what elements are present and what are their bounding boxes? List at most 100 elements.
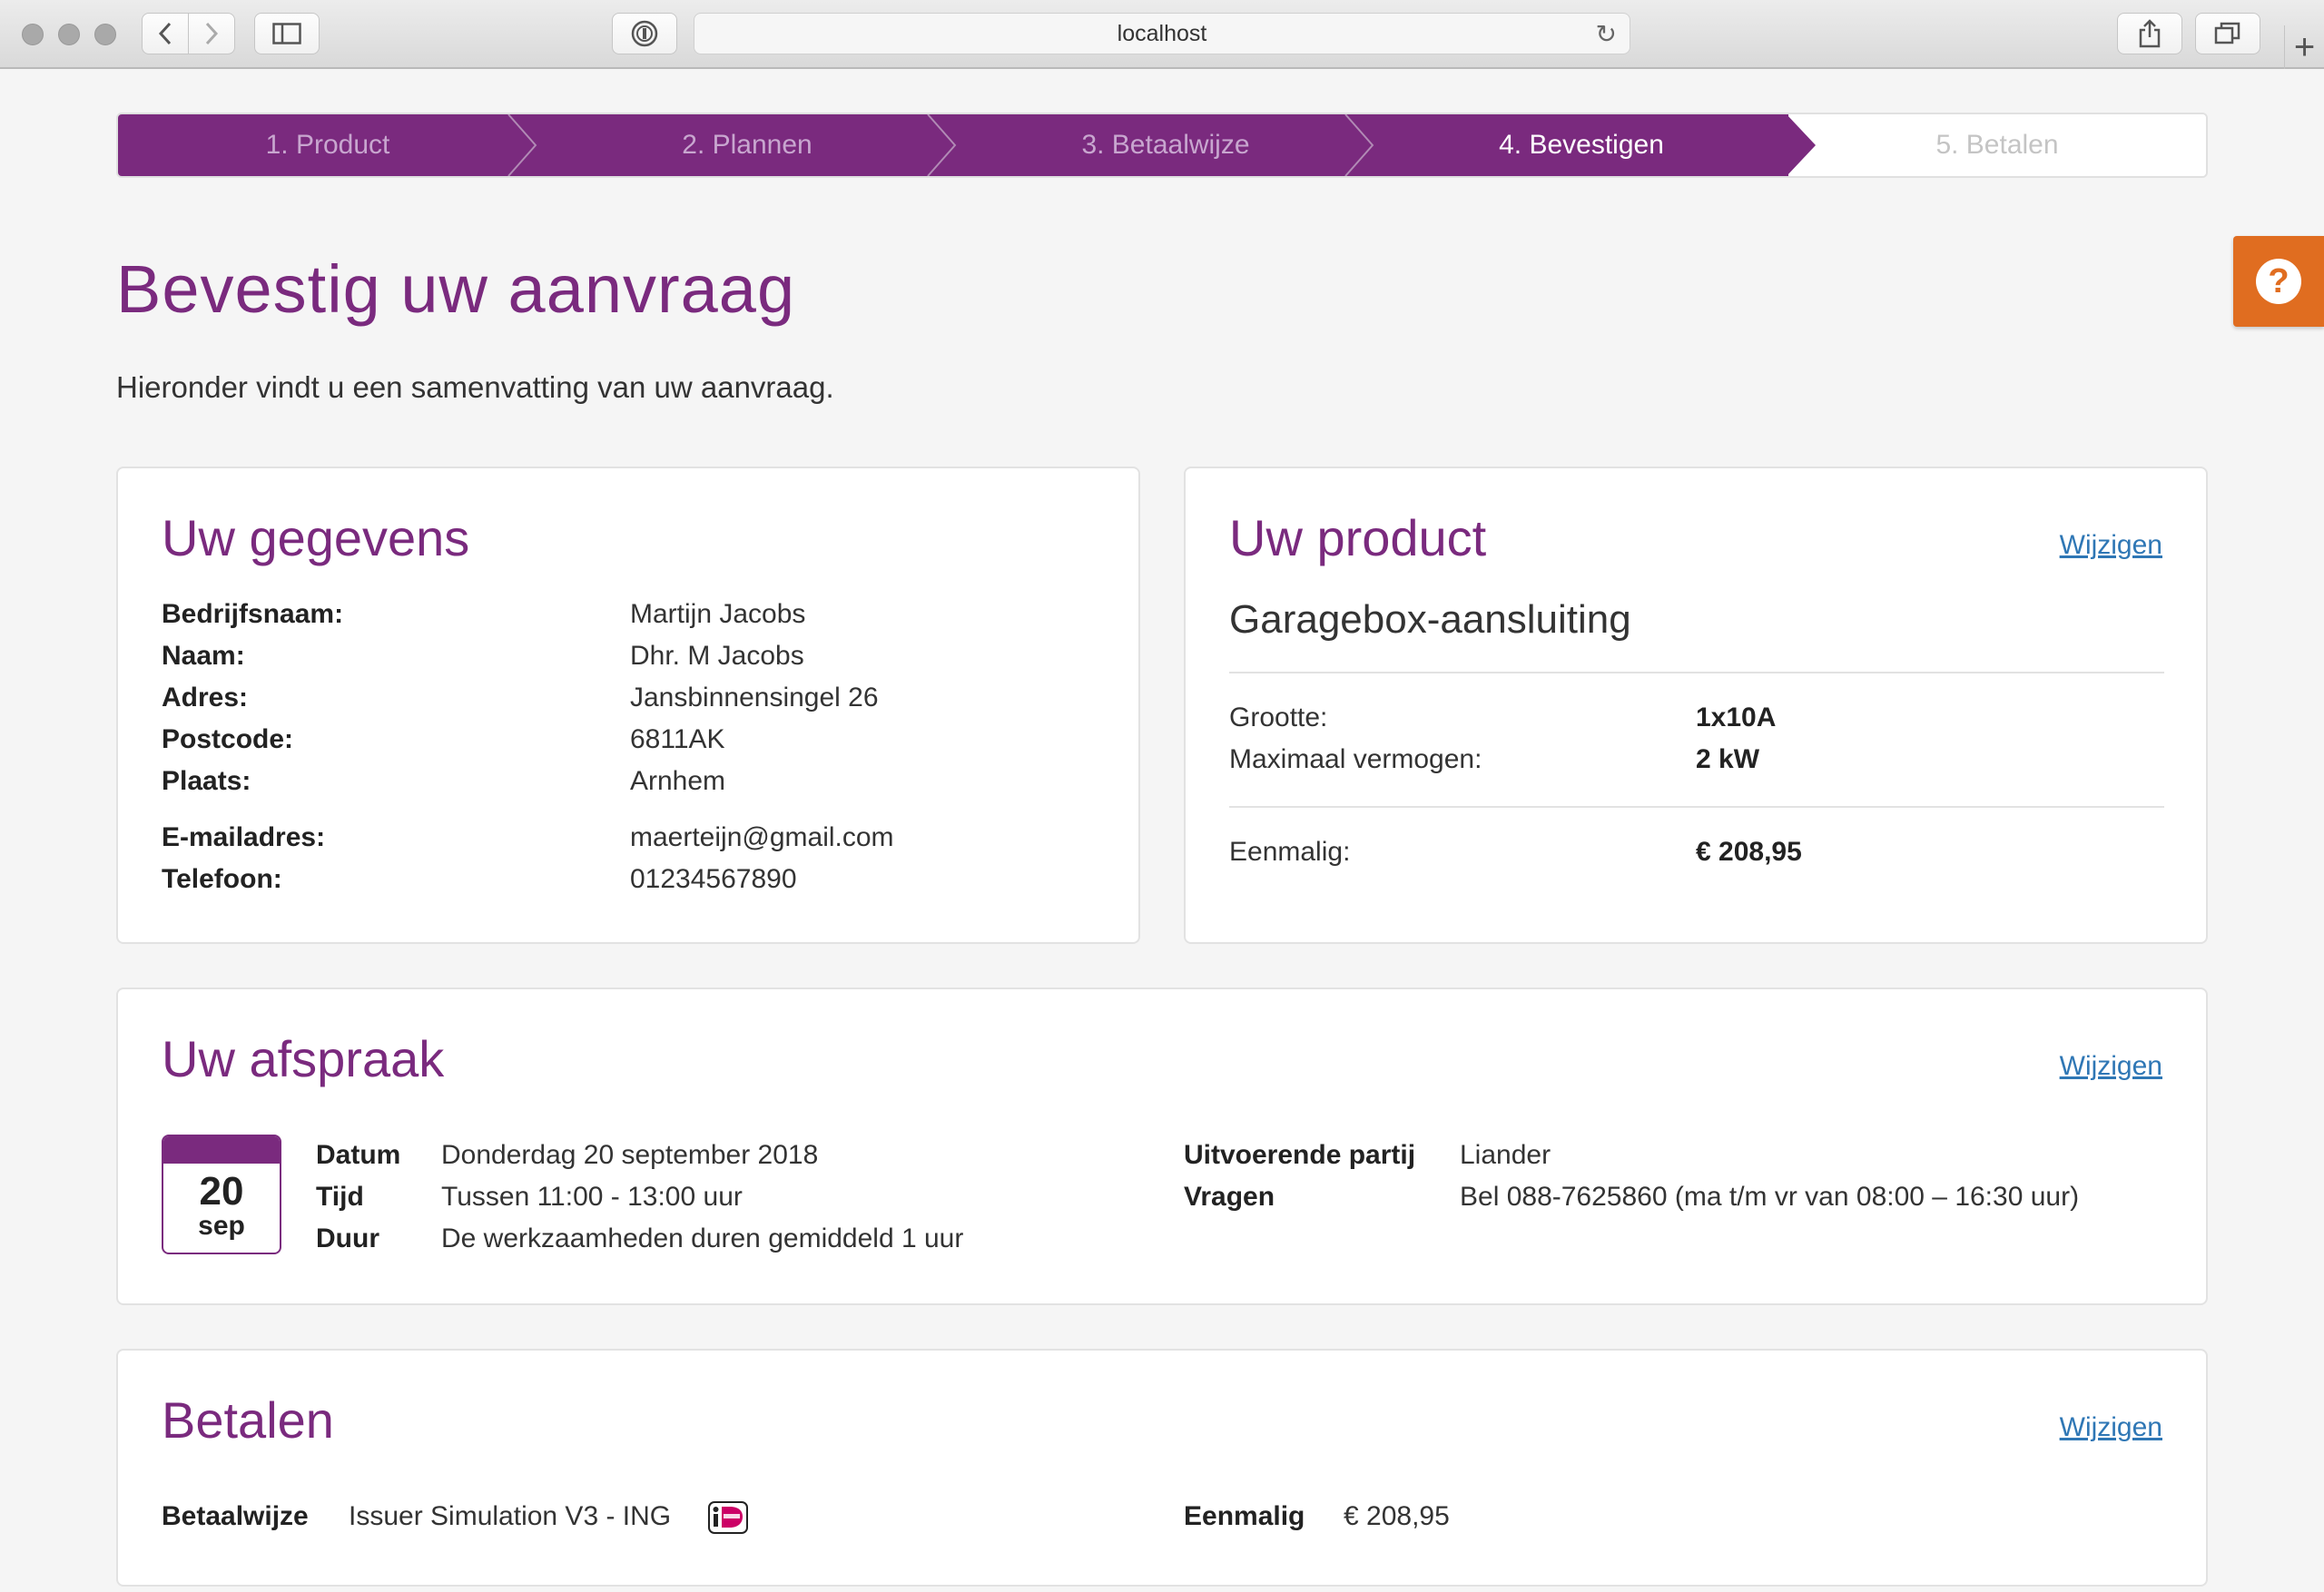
label-vragen: Vragen <box>1184 1182 1275 1212</box>
calendar-day: 20 <box>199 1169 244 1214</box>
label-duur: Duur <box>316 1223 379 1253</box>
product-price-value: € 208,95 <box>1696 831 1802 873</box>
step-label: 2. Plannen <box>682 130 812 160</box>
afspraak-edit-link[interactable]: Wijzigen <box>2060 1051 2162 1082</box>
browser-toolbar: localhost ↻ + <box>0 0 2324 69</box>
betaalwijze-value-wrap: Issuer Simulation V3 - ING <box>349 1496 671 1538</box>
step-label: 1. Product <box>265 130 390 160</box>
divider <box>1229 672 2164 673</box>
url-text: localhost <box>1117 20 1207 46</box>
value-eenmalig: € 208,95 <box>1344 1501 1450 1531</box>
progress-stepper: 1. Product 2. Plannen 3. Betaalwijze 4. … <box>116 113 2208 178</box>
new-tab-button[interactable]: + <box>2284 25 2324 69</box>
step-separator <box>507 114 537 176</box>
value-bedrijfsnaam: Martijn Jacobs <box>630 599 806 629</box>
step-bevestigen[interactable]: 4. Bevestigen <box>1374 114 1816 176</box>
afspraak-card: Uw afspraak Wijzigen 20 sep Datum Tijd D… <box>116 988 2208 1305</box>
value-grootte: 1x10A <box>1696 703 1777 732</box>
eenmalig-label-wrap: Eenmalig <box>1184 1496 1305 1538</box>
help-button[interactable]: ? <box>2233 236 2324 327</box>
product-spec-labels: Grootte: Maximaal vermogen: <box>1229 697 1683 781</box>
label-telefoon: Telefoon: <box>162 864 282 894</box>
step-separator <box>927 114 957 176</box>
chevron-right-icon <box>205 22 219 45</box>
label-email: E-mailadres: <box>162 822 326 852</box>
product-spec-values: 1x10A 2 kW <box>1696 697 2059 781</box>
product-edit-link[interactable]: Wijzigen <box>2060 530 2162 561</box>
forward-button[interactable] <box>188 13 235 54</box>
gegevens-title: Uw gegevens <box>162 509 470 566</box>
minimize-window-button[interactable] <box>58 24 80 45</box>
close-window-button[interactable] <box>22 24 44 45</box>
value-adres: Jansbinnensingel 26 <box>630 683 879 712</box>
step-label: 4. Bevestigen <box>1499 130 1664 160</box>
value-datum: Donderdag 20 september 2018 <box>441 1140 819 1170</box>
gegevens-values: Martijn Jacobs Dhr. M Jacobs Jansbinnens… <box>630 594 1102 900</box>
label-vermogen: Maximaal vermogen: <box>1229 744 1482 774</box>
step-label: 3. Betaalwijze <box>1081 130 1250 160</box>
value-vragen: Bel 088-7625860 (ma t/m vr van 08:00 – 1… <box>1460 1182 2080 1212</box>
afspraak-extra-values: Liander Bel 088-7625860 (ma t/m vr van 0… <box>1460 1135 2168 1218</box>
tabs-icon <box>2214 22 2240 44</box>
share-button[interactable] <box>2117 13 2182 54</box>
price-value: € 208,95 <box>1696 837 1802 867</box>
betalen-card: Betalen Wijzigen Betaalwijze Issuer Simu… <box>116 1349 2208 1587</box>
zoom-window-button[interactable] <box>94 24 116 45</box>
divider <box>1229 806 2164 808</box>
betalen-title: Betalen <box>162 1391 334 1449</box>
step-arrow <box>1787 114 1816 176</box>
label-betaalwijze: Betaalwijze <box>162 1501 309 1531</box>
gegevens-card: Uw gegevens Bedrijfsnaam: Naam: Adres: P… <box>116 467 1140 944</box>
product-price-label: Eenmalig: <box>1229 831 1350 873</box>
eenmalig-value-wrap: € 208,95 <box>1344 1496 1450 1538</box>
afspraak-labels: Datum Tijd Duur <box>316 1135 434 1260</box>
page-intro: Hieronder vindt u een samenvatting van u… <box>116 370 834 404</box>
betalen-edit-link[interactable]: Wijzigen <box>2060 1412 2162 1443</box>
step-product[interactable]: 1. Product <box>118 114 537 176</box>
label-bedrijfsnaam: Bedrijfsnaam: <box>162 599 344 629</box>
password-key-icon <box>631 20 658 47</box>
calendar-badge: 20 sep <box>162 1135 281 1254</box>
label-plaats: Plaats: <box>162 766 251 796</box>
value-plaats: Arnhem <box>630 766 726 796</box>
product-card: Uw product Wijzigen Garagebox-aansluitin… <box>1184 467 2208 944</box>
calendar-month: sep <box>198 1211 245 1241</box>
sidebar-toggle-button[interactable] <box>254 13 320 54</box>
betaalwijze-label-wrap: Betaalwijze <box>162 1496 309 1538</box>
value-naam: Dhr. M Jacobs <box>630 641 804 671</box>
sidebar-icon <box>272 23 301 44</box>
share-icon <box>2139 19 2161 48</box>
label-eenmalig: Eenmalig <box>1184 1501 1305 1531</box>
label-tijd: Tijd <box>316 1182 364 1212</box>
label-grootte: Grootte: <box>1229 703 1328 732</box>
label-naam: Naam: <box>162 641 245 671</box>
question-icon: ? <box>2256 259 2301 304</box>
chevron-left-icon <box>158 22 172 45</box>
step-plannen[interactable]: 2. Plannen <box>537 114 957 176</box>
value-telefoon: 01234567890 <box>630 864 797 894</box>
ideal-logo <box>708 1501 748 1534</box>
value-postcode: 6811AK <box>630 724 725 754</box>
label-adres: Adres: <box>162 683 249 712</box>
step-label: 5. Betalen <box>1935 130 2059 160</box>
password-manager-button[interactable] <box>612 13 677 54</box>
value-uitvoerende-partij: Liander <box>1460 1140 1551 1170</box>
label-postcode: Postcode: <box>162 724 294 754</box>
back-button[interactable] <box>142 13 189 54</box>
product-title: Uw product <box>1229 509 1487 566</box>
address-bar[interactable]: localhost ↻ <box>694 13 1630 54</box>
price-label: Eenmalig: <box>1229 837 1351 867</box>
page-title: Bevestig uw aanvraag <box>116 251 796 327</box>
step-separator <box>1344 114 1374 176</box>
step-betalen: 5. Betalen <box>1788 114 2206 176</box>
reload-icon[interactable]: ↻ <box>1596 19 1617 49</box>
gegevens-labels: Bedrijfsnaam: Naam: Adres: Postcode: Pla… <box>162 594 615 900</box>
step-betaalwijze[interactable]: 3. Betaalwijze <box>957 114 1374 176</box>
calendar-header <box>163 1136 280 1164</box>
label-datum: Datum <box>316 1140 401 1170</box>
product-name: Garagebox-aansluiting <box>1229 597 1631 642</box>
tabs-overview-button[interactable] <box>2195 13 2260 54</box>
value-duur: De werkzaamheden duren gemiddeld 1 uur <box>441 1223 964 1253</box>
value-tijd: Tussen 11:00 - 13:00 uur <box>441 1182 743 1212</box>
value-email: maerteijn@gmail.com <box>630 822 894 852</box>
